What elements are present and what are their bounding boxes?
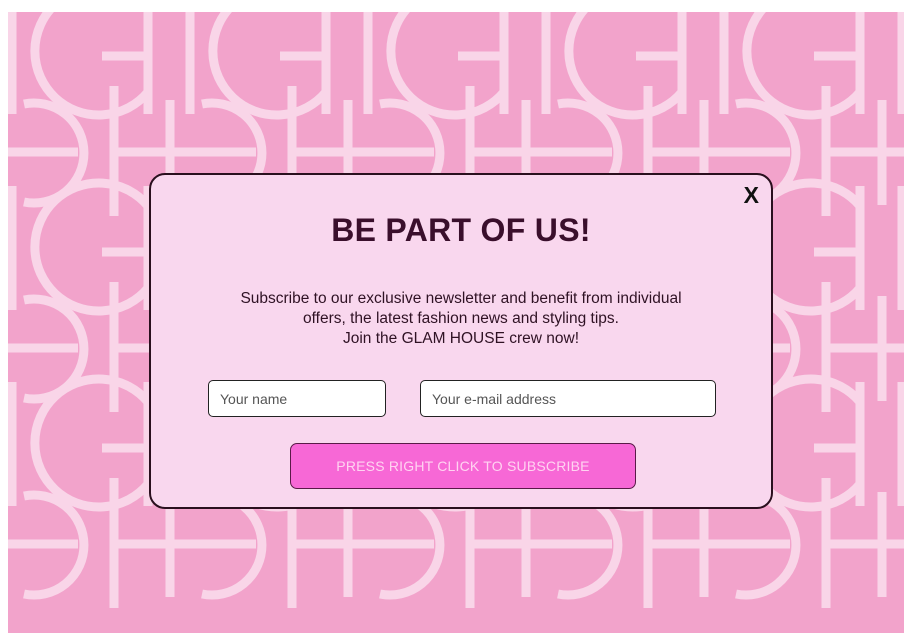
subscribe-button[interactable]: PRESS RIGHT CLICK TO SUBSCRIBE	[290, 443, 636, 489]
description-line: Subscribe to our exclusive newsletter an…	[240, 290, 682, 307]
newsletter-popup: X BE PART OF US! Subscribe to our exclus…	[149, 173, 773, 509]
name-input[interactable]	[208, 380, 386, 417]
popup-headline: BE PART OF US!	[331, 212, 591, 248]
description-line: Join the GLAM HOUSE crew now!	[342, 330, 580, 347]
description-line: offers, the latest fashion news and styl…	[303, 310, 619, 327]
popup-description: Subscribe to our exclusive newsletter an…	[151, 289, 771, 349]
email-input[interactable]	[420, 380, 716, 417]
background-area: X BE PART OF US! Subscribe to our exclus…	[8, 12, 904, 633]
close-button[interactable]: X	[744, 181, 759, 209]
